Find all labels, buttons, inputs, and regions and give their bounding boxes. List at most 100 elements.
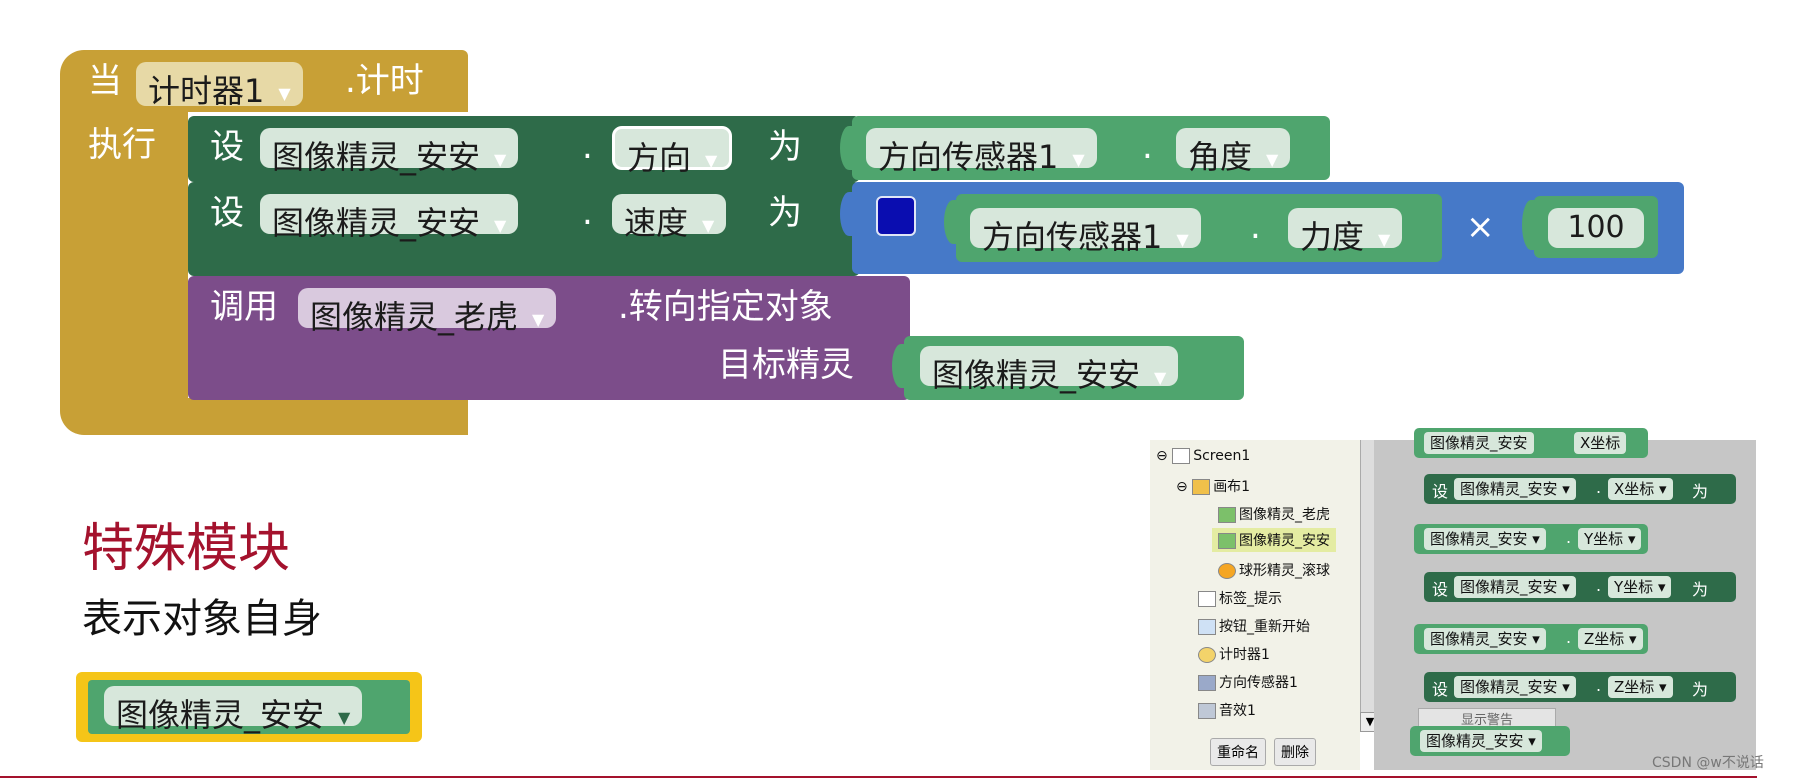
clock-icon <box>1198 647 1216 663</box>
chevron-down-icon: ▼ <box>702 215 715 235</box>
event-do-label: 执行 <box>88 125 156 165</box>
sensor-angle-property-label: 角度 <box>1188 138 1253 176</box>
number-field[interactable]: 100 <box>1548 208 1644 248</box>
collapse-icon[interactable]: ⊖ <box>1156 448 1168 464</box>
set-speed-component-label: 图像精灵_安安 <box>272 204 481 242</box>
to-label: 为 <box>768 127 802 167</box>
self-sprite-dropdown[interactable]: 图像精灵_安安 ▼ <box>104 686 363 734</box>
event-when-label: 当 <box>88 61 122 101</box>
dot-label: . <box>582 127 593 167</box>
target-sprite-label: 图像精灵_安安 <box>932 356 1141 394</box>
tree-item-button[interactable]: 按钮_重新开始 <box>1198 616 1310 636</box>
get-y-component-dropdown[interactable]: 图像精灵_安安 ▾ <box>1424 528 1546 550</box>
sensor1-component-dropdown[interactable]: 方向传感器1 ▼ <box>866 128 1097 176</box>
call-component-label: 图像精灵_老虎 <box>310 298 519 336</box>
tree-item-sound[interactable]: 音效1 <box>1198 700 1256 720</box>
sensor2-component-label: 方向传感器1 <box>982 218 1163 256</box>
component-tree-panel: ⊖ Screen1 ⊖ 画布1 图像精灵_老虎 图像精灵_安安 球形精灵_滚球 … <box>1150 440 1380 770</box>
screen-icon <box>1172 448 1191 464</box>
self-getter-dropdown[interactable]: 图像精灵_安安 ▾ <box>1420 730 1542 752</box>
set-direction-property-label: 方向 <box>627 139 692 177</box>
button-icon <box>1198 619 1216 635</box>
tree-item-sprite-tiger[interactable]: 图像精灵_老虎 <box>1218 504 1330 524</box>
set-y-property-dropdown[interactable]: Y坐标 ▾ <box>1608 576 1672 598</box>
dot-label: . <box>582 193 593 233</box>
set-label: 设 <box>1432 580 1449 599</box>
dot-label: . <box>1596 576 1602 595</box>
sensor2-component-dropdown[interactable]: 方向传感器1 ▼ <box>970 208 1201 256</box>
get-y-property-dropdown[interactable]: Y坐标 ▾ <box>1578 528 1642 550</box>
bottom-divider <box>0 776 1757 778</box>
get-z-property-dropdown[interactable]: Z坐标 ▾ <box>1578 628 1643 650</box>
dot-label: . <box>1142 127 1153 167</box>
to-label: 为 <box>768 193 802 233</box>
chevron-down-icon: ▼ <box>278 83 291 103</box>
dot-label: . <box>1596 478 1602 497</box>
tree-item-canvas[interactable]: ⊖ 画布1 <box>1176 476 1250 496</box>
dot-label: . <box>1566 628 1572 647</box>
tree-item-sprite-anan[interactable]: 图像精灵_安安 <box>1212 528 1336 552</box>
section-subtitle: 表示对象自身 <box>82 596 322 642</box>
set-y-component-dropdown[interactable]: 图像精灵_安安 ▾ <box>1454 576 1576 598</box>
set-x-property-dropdown[interactable]: X坐标 ▾ <box>1608 478 1673 500</box>
set-label: 设 <box>1432 680 1449 699</box>
collapse-icon[interactable]: ⊖ <box>1176 479 1188 495</box>
set-speed-component-dropdown[interactable]: 图像精灵_安安 ▼ <box>260 194 519 242</box>
speaker-icon <box>1198 703 1216 719</box>
set-x-component-dropdown[interactable]: 图像精灵_安安 ▾ <box>1454 478 1576 500</box>
set-direction-component-dropdown[interactable]: 图像精灵_安安 ▼ <box>260 128 519 176</box>
sensor-angle-property-dropdown[interactable]: 角度 ▼ <box>1176 128 1291 176</box>
target-sprite-dropdown[interactable]: 图像精灵_安安 ▼ <box>920 346 1179 394</box>
call-component-dropdown[interactable]: 图像精灵_老虎 ▼ <box>298 288 557 336</box>
event-block-bottom <box>188 398 468 435</box>
ball-icon <box>1218 563 1236 579</box>
event-component-label: 计时器1 <box>148 72 265 110</box>
multiply-label: × <box>1466 207 1495 247</box>
chevron-down-icon: ▼ <box>1266 149 1279 169</box>
chevron-down-icon: ▼ <box>532 309 545 329</box>
set-z-component-dropdown[interactable]: 图像精灵_安安 ▾ <box>1454 676 1576 698</box>
set-label: 设 <box>210 193 244 233</box>
event-component-dropdown[interactable]: 计时器1 ▼ <box>136 62 303 110</box>
chevron-down-icon: ▼ <box>1176 229 1189 249</box>
to-label: 为 <box>1692 580 1709 599</box>
delete-button[interactable]: 删除 <box>1274 738 1316 766</box>
dot-label: . <box>1596 676 1602 695</box>
chevron-down-icon: ▼ <box>1072 149 1085 169</box>
get-x-property-dropdown[interactable]: X坐标 <box>1574 432 1627 454</box>
sensor1-component-label: 方向传感器1 <box>878 138 1059 176</box>
call-method-label: .转向指定对象 <box>618 287 833 327</box>
set-direction-property-dropdown[interactable]: 方向 ▼ <box>612 126 733 177</box>
section-title: 特殊模块 <box>82 519 291 579</box>
set-z-property-dropdown[interactable]: Z坐标 ▾ <box>1608 676 1673 698</box>
sensor-force-property-label: 力度 <box>1300 218 1365 256</box>
sprite-icon <box>1218 533 1236 549</box>
chevron-down-icon: ▼ <box>1378 229 1391 249</box>
get-z-component-dropdown[interactable]: 图像精灵_安安 ▾ <box>1424 628 1546 650</box>
tree-item-orientation-sensor[interactable]: 方向传感器1 <box>1198 672 1298 692</box>
tree-item-timer[interactable]: 计时器1 <box>1198 644 1270 664</box>
tree-item-label[interactable]: 标签_提示 <box>1198 588 1282 608</box>
rename-button[interactable]: 重命名 <box>1210 738 1266 766</box>
param-label: 目标精灵 <box>718 345 854 385</box>
mutator-icon[interactable] <box>876 196 916 236</box>
set-label: 设 <box>1432 482 1449 501</box>
canvas-icon <box>1192 479 1211 495</box>
set-label: 设 <box>210 127 244 167</box>
chevron-down-icon: ▼ <box>705 150 718 170</box>
chevron-down-icon: ▼ <box>494 215 507 235</box>
set-speed-property-dropdown[interactable]: 速度 ▼ <box>612 194 727 242</box>
self-sprite-label: 图像精灵_安安 <box>116 696 325 734</box>
sensor-force-property-dropdown[interactable]: 力度 ▼ <box>1288 208 1403 256</box>
show-warning-hint[interactable]: 显示警告 <box>1418 708 1556 728</box>
to-label: 为 <box>1692 680 1709 699</box>
label-icon <box>1198 591 1216 607</box>
chevron-down-icon: ▼ <box>494 149 507 169</box>
chevron-down-icon: ▼ <box>338 707 351 727</box>
tree-item-ball[interactable]: 球形精灵_滚球 <box>1218 560 1330 580</box>
watermark: CSDN @w不说话 <box>1652 755 1764 771</box>
tree-item-screen[interactable]: ⊖ Screen1 <box>1156 448 1250 464</box>
set-speed-property-label: 速度 <box>624 204 689 242</box>
get-x-component-dropdown[interactable]: 图像精灵_安安 <box>1424 432 1534 454</box>
sensor-icon <box>1198 675 1216 691</box>
